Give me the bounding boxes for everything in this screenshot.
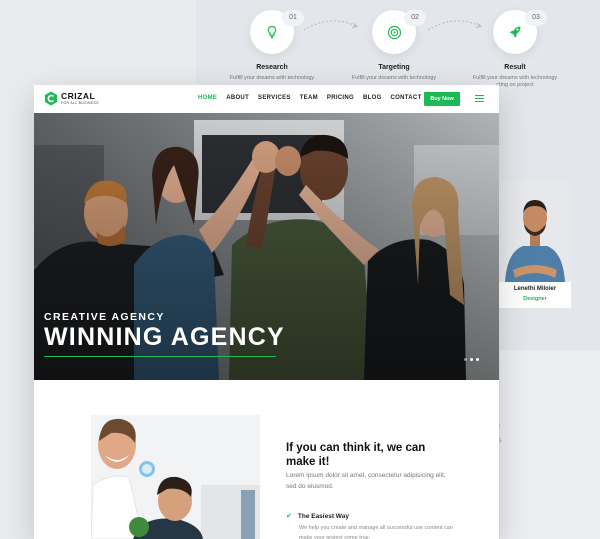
- background-right-lower: [500, 350, 600, 539]
- checkmark-icon: ✔: [286, 513, 292, 520]
- slider-dot[interactable]: [464, 358, 467, 361]
- about-image: [91, 415, 260, 539]
- nav-about[interactable]: ABOUT: [226, 95, 249, 101]
- feature-title: The Easiest Way: [297, 512, 349, 520]
- step-desc: Fulfill your dreams with technology: [351, 75, 437, 81]
- team-member-role: Designer: [523, 296, 547, 302]
- logo-subtitle: FOR ALL BUSINESS: [61, 101, 99, 105]
- step-result: 03 Result Fulfill your dreams with techn…: [450, 10, 580, 88]
- nav-pricing[interactable]: PRICING: [327, 95, 354, 101]
- hero-title: WINNING AGENCY: [44, 323, 285, 351]
- step-circle: 03: [493, 10, 547, 54]
- hero-subtitle: CREATIVE AGENCY: [44, 311, 165, 323]
- buy-now-button[interactable]: Buy Now: [424, 92, 460, 106]
- nav-home[interactable]: HOME: [198, 95, 217, 101]
- team-member-photo: [499, 182, 571, 282]
- step-number: 03: [525, 10, 547, 26]
- main-menu: HOME ABOUT SERVICES TEAM PRICING BLOG CO…: [198, 95, 422, 101]
- feature-desc: We help you create and manage all succes…: [299, 525, 453, 539]
- hero-section: CRIZAL FOR ALL BUSINESS HOME ABOUT SERVI…: [34, 85, 499, 380]
- team-member-card[interactable]: Lenethi Miloier Designer: [499, 182, 571, 308]
- slider-dot[interactable]: [476, 358, 479, 361]
- hero-underline: [44, 356, 276, 357]
- hamburger-menu-icon[interactable]: [475, 95, 484, 102]
- slider-dot-active[interactable]: [470, 358, 473, 361]
- logo[interactable]: CRIZAL FOR ALL BUSINESS: [44, 91, 99, 106]
- about-text: Lorem ipsum dolor sit amet, consectetur …: [286, 472, 446, 490]
- step-title: Result: [504, 64, 526, 71]
- team-member-name: Lenethi Miloier: [513, 286, 557, 292]
- logo-icon: [45, 91, 57, 106]
- logo-title: CRIZAL: [61, 91, 96, 101]
- step-circle: 02: [372, 10, 426, 54]
- website-mockup: CRIZAL FOR ALL BUSINESS HOME ABOUT SERVI…: [34, 85, 499, 539]
- nav-contact[interactable]: CONTACT: [391, 95, 422, 101]
- step-circle: 01: [250, 10, 304, 54]
- step-title: Targeting: [378, 64, 410, 71]
- step-desc: Fulfill your dreams with technology: [472, 75, 558, 81]
- step-desc: Fulfill your dreams with technology: [229, 75, 315, 81]
- step-title: Research: [256, 64, 288, 71]
- navbar: CRIZAL FOR ALL BUSINESS HOME ABOUT SERVI…: [34, 85, 499, 113]
- about-title: If you can think it, we can make it!: [286, 442, 426, 468]
- feature-item: ✔ The Easiest Way: [286, 512, 349, 521]
- step-number: 02: [404, 10, 426, 26]
- nav-team[interactable]: TEAM: [300, 95, 318, 101]
- slider-dots: [464, 358, 479, 361]
- nav-services[interactable]: SERVICES: [258, 95, 291, 101]
- nav-blog[interactable]: BLOG: [363, 95, 382, 101]
